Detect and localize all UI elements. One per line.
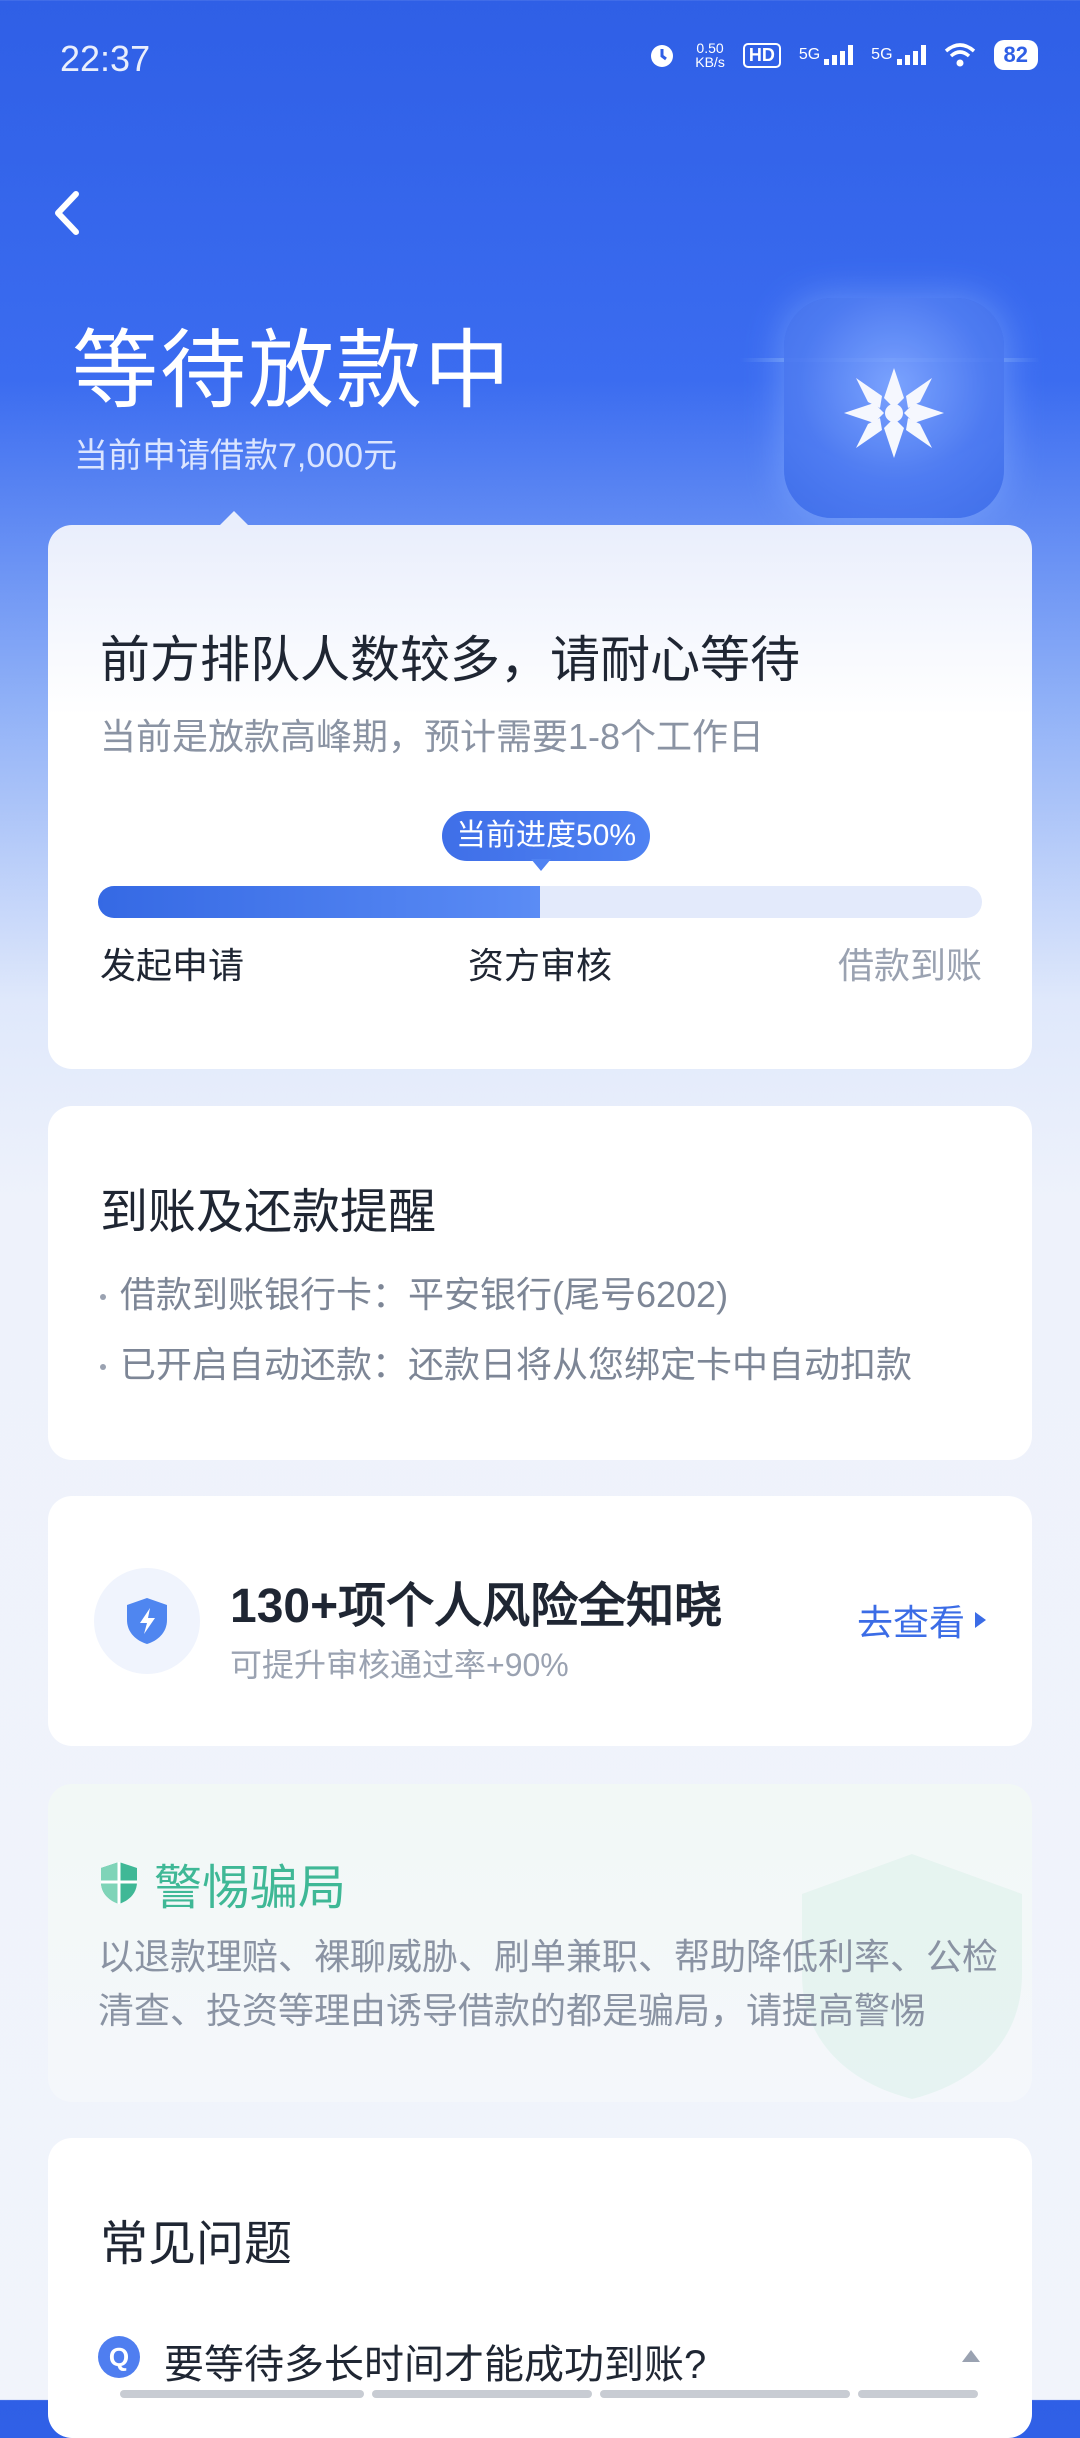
- progress-card: 前方排队人数较多，请耐心等待 当前是放款高峰期，预计需要1-8个工作日 当前进度…: [48, 511, 1032, 1069]
- bullet-dot: [100, 1294, 106, 1301]
- play-arrow-icon: [975, 1612, 986, 1628]
- back-button[interactable]: [48, 188, 88, 238]
- risk-title: 130+项个人风险全知晓: [230, 1580, 723, 1633]
- card-notch: [218, 511, 250, 527]
- risk-report-card[interactable]: 130+项个人风险全知晓 可提升审核通过率+90% 去查看: [48, 1496, 1032, 1746]
- step-review: 资方审核: [468, 945, 613, 986]
- progress-badge-tip: [531, 859, 551, 871]
- signal-sim1: 5G: [798, 45, 854, 65]
- network-speed: 0.50 KB/s: [695, 40, 725, 70]
- alarm-icon: [647, 40, 677, 70]
- progress-badge: 当前进度50%: [442, 811, 651, 861]
- sim2-label: 5G: [871, 46, 893, 63]
- queue-headline: 前方排队人数较多，请耐心等待: [100, 632, 800, 688]
- faq-title: 常见问题: [100, 2218, 293, 2271]
- caret-up-icon[interactable]: [962, 2350, 980, 2362]
- reminder-item: 借款到账银行卡：平安银行(尾号6202): [100, 1266, 728, 1318]
- wifi-icon: [944, 42, 976, 68]
- faq-card: 常见问题 Q 要等待多长时间才能成功到账?: [48, 2138, 1032, 2438]
- signal-bars-icon: [896, 45, 926, 65]
- fraud-title: 警惕骗局: [154, 1862, 347, 1915]
- progress-track: [98, 886, 982, 918]
- risk-icon-wrap: [94, 1568, 200, 1674]
- hd-badge: HD: [742, 42, 781, 68]
- loan-amount-subtitle: 当前申请借款7,000元: [74, 437, 398, 475]
- battery-indicator: 82: [993, 40, 1038, 70]
- reminder-item-text: 已开启自动还款：还款日将从您绑定卡中自动扣款: [120, 1344, 913, 1385]
- risk-subtitle: 可提升审核通过率+90%: [230, 1647, 569, 1683]
- text-line-placeholder: [120, 2390, 364, 2398]
- status-time: 22:37: [60, 38, 151, 79]
- brand-logo-icon: [844, 368, 944, 458]
- sim1-label: 5G: [798, 46, 821, 63]
- queue-description: 当前是放款高峰期，预计需要1-8个工作日: [100, 716, 765, 757]
- signal-sim2: 5G: [871, 45, 926, 65]
- reminder-title: 到账及还款提醒: [100, 1186, 437, 1239]
- reminder-item-text: 借款到账银行卡：平安银行(尾号6202): [120, 1274, 729, 1315]
- status-bar: 22:37 0.50 KB/s HD 5G 5G 82: [0, 0, 1080, 120]
- fraud-text: 以退款理赔、裸聊威胁、刷单兼职、帮助降低利率、公检清查、投资等理由诱导借款的都是…: [98, 1936, 999, 2031]
- shield-illustration: [784, 298, 1004, 518]
- chevron-left-icon: [55, 191, 79, 235]
- faq-question: 要等待多长时间才能成功到账?: [164, 2343, 707, 2387]
- view-risk-link[interactable]: 去查看: [857, 1594, 986, 1646]
- shield-lightning-icon: [127, 1598, 167, 1644]
- view-risk-label: 去查看: [856, 1602, 965, 1643]
- bullet-dot: [100, 1364, 106, 1371]
- signal-bars-icon: [824, 45, 854, 65]
- status-icons: 0.50 KB/s HD 5G 5G 82: [647, 40, 1038, 70]
- reminder-item: 已开启自动还款：还款日将从您绑定卡中自动扣款: [100, 1336, 912, 1388]
- shield-check-icon: [101, 1862, 137, 1904]
- faq-answer-preview: [120, 2390, 978, 2398]
- page-title: 等待放款中: [72, 323, 512, 419]
- progress-fill: [98, 886, 540, 918]
- step-apply: 发起申请: [100, 945, 245, 986]
- reminder-card: 到账及还款提醒 借款到账银行卡：平安银行(尾号6202) 已开启自动还款：还款日…: [48, 1106, 1032, 1460]
- fraud-warning-card: 警惕骗局 以退款理赔、裸聊威胁、刷单兼职、帮助降低利率、公检清查、投资等理由诱导…: [48, 1784, 1032, 2102]
- step-disbursed: 借款到账: [837, 945, 982, 986]
- text-line-placeholder: [372, 2390, 592, 2398]
- fraud-header: 警惕骗局: [98, 1848, 346, 1918]
- text-line-placeholder: [858, 2390, 978, 2398]
- text-line-placeholder: [600, 2390, 850, 2398]
- question-badge-icon: Q: [98, 2336, 140, 2378]
